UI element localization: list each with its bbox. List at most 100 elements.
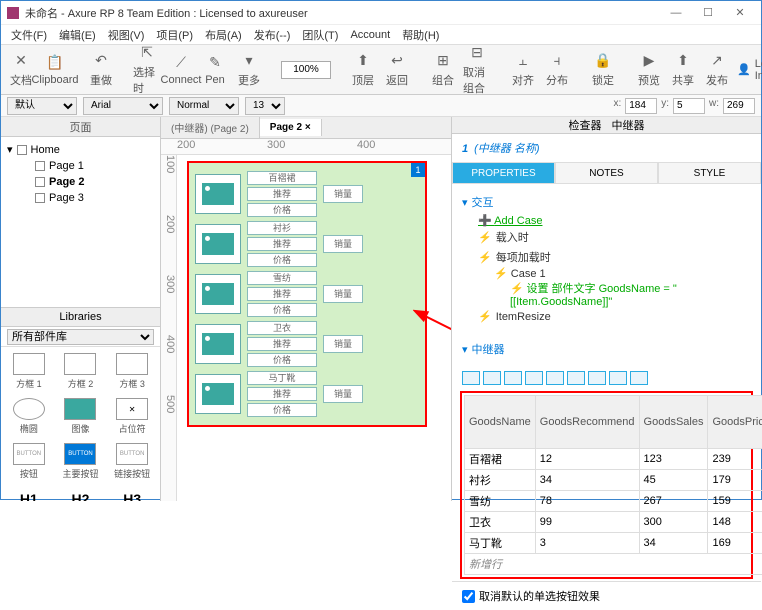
size-select[interactable]: 13 — [245, 97, 285, 115]
toolbar-button[interactable]: ▶预览 — [635, 52, 663, 88]
toolbar-button[interactable]: 📋Clipboard — [41, 54, 69, 86]
checkbox-default-radio[interactable]: 取消默认的单选按钮效果 — [452, 581, 761, 610]
data-tool-button[interactable] — [504, 371, 522, 385]
toolbar-button[interactable]: ⊟取消组合 — [463, 44, 491, 96]
repeater-widget[interactable]: 1 百褶裙推荐价格销量衬衫推荐价格销量雪纺推荐价格销量卫衣推荐价格销量马丁靴推荐… — [187, 161, 427, 427]
toolbar-button[interactable]: ▾更多 — [235, 52, 263, 88]
toolbar-button[interactable]: ⬆顶层 — [349, 52, 377, 88]
column-header[interactable]: GoodsRecommend — [535, 396, 639, 449]
data-tool-button[interactable] — [546, 371, 564, 385]
widget-item[interactable]: 方框 3 — [110, 353, 154, 390]
event-item[interactable]: ⚡载入时 — [462, 227, 751, 247]
table-row[interactable]: 雪纺78267159 — [465, 491, 762, 512]
data-tool-button[interactable] — [462, 371, 480, 385]
column-header[interactable]: GoodsName — [465, 396, 536, 449]
widget-item[interactable]: H3标题3 — [110, 488, 154, 501]
close-button[interactable]: ✕ — [725, 3, 755, 23]
toolbar-button[interactable]: ⬆共享 — [669, 52, 697, 88]
checkbox-input[interactable] — [462, 590, 475, 603]
widget-item[interactable]: ✕占位符 — [110, 398, 154, 435]
widget-item[interactable]: 椭圆 — [7, 398, 51, 435]
y-input[interactable] — [673, 98, 705, 114]
widget-item[interactable]: H1标题1 — [7, 488, 51, 501]
menu-item[interactable]: Account — [346, 27, 394, 43]
document-tab[interactable]: Page 2 × — [260, 119, 322, 136]
column-header[interactable]: GoodsSales — [639, 396, 708, 449]
menu-item[interactable]: 视图(V) — [104, 25, 149, 45]
toolbar-icon: ✕ — [12, 52, 30, 70]
menu-item[interactable]: 团队(T) — [298, 25, 342, 45]
data-table[interactable]: GoodsNameGoodsRecommendGoodsSalesGoodsPr… — [464, 395, 762, 575]
repeater-item[interactable]: 百褶裙推荐价格销量 — [195, 171, 419, 217]
toolbar-button[interactable]: ⟋Connect — [167, 54, 195, 86]
table-row[interactable]: 衬衫3445179 — [465, 470, 762, 491]
w-input[interactable] — [723, 98, 755, 114]
thumbnail — [195, 374, 241, 414]
home-node[interactable]: ▾Home — [5, 141, 156, 158]
widget-item[interactable]: 方框 2 — [59, 353, 103, 390]
minimize-button[interactable]: — — [661, 3, 691, 23]
event-item[interactable]: ⚡ItemResize — [462, 308, 751, 325]
widget-item[interactable]: BUTTON主要按钮 — [59, 443, 103, 480]
maximize-button[interactable]: ☐ — [693, 3, 723, 23]
data-tool-button[interactable] — [630, 371, 648, 385]
toolbar-button[interactable]: ⫠对齐 — [509, 52, 537, 88]
repeater-item[interactable]: 卫衣推荐价格销量 — [195, 321, 419, 367]
x-input[interactable] — [625, 98, 657, 114]
add-case-link[interactable]: ➕ Add Case — [462, 214, 751, 227]
table-row[interactable]: 百褶裙12123239 — [465, 449, 762, 470]
table-row[interactable]: 马丁靴334169 — [465, 533, 762, 554]
toolbar-button[interactable]: ⫞分布 — [543, 52, 571, 88]
zoom-input[interactable] — [281, 61, 331, 79]
tab-notes[interactable]: NOTES — [555, 162, 658, 184]
menu-item[interactable]: 发布(--) — [250, 25, 295, 45]
canvas[interactable]: 1 百褶裙推荐价格销量衬衫推荐价格销量雪纺推荐价格销量卫衣推荐价格销量马丁靴推荐… — [177, 155, 451, 501]
section-repeater[interactable]: ▾中继器 — [462, 341, 751, 357]
data-tool-button[interactable] — [483, 371, 501, 385]
document-tab[interactable]: (中继器) (Page 2) — [161, 117, 260, 138]
data-tool-button[interactable] — [525, 371, 543, 385]
toolbar-button[interactable]: ⇱选择时 — [133, 44, 161, 96]
data-tool-button[interactable] — [567, 371, 585, 385]
toolbar-button[interactable]: ↶重做 — [87, 52, 115, 88]
tab-style[interactable]: STYLE — [658, 162, 761, 184]
table-row[interactable]: 卫衣99300148 — [465, 512, 762, 533]
menu-item[interactable]: 项目(P) — [152, 25, 197, 45]
weight-select[interactable]: Normal — [169, 97, 239, 115]
font-select[interactable]: Arial — [83, 97, 163, 115]
toolbar-button[interactable]: ⊞组合 — [429, 52, 457, 88]
repeater-item[interactable]: 马丁靴推荐价格销量 — [195, 371, 419, 417]
data-tool-button[interactable] — [609, 371, 627, 385]
menu-item[interactable]: 文件(F) — [7, 25, 51, 45]
action-item[interactable]: ⚡ 设置 部件文字 GoodsName = "[[Item.GoodsName]… — [462, 280, 751, 308]
data-table-wrap: GoodsNameGoodsRecommendGoodsSalesGoodsPr… — [460, 391, 753, 579]
event-item[interactable]: ⚡每项加载时 — [462, 247, 751, 267]
page-tree-item[interactable]: Page 3 — [5, 190, 156, 206]
page-tree-item[interactable]: Page 1 — [5, 158, 156, 174]
section-interactions[interactable]: ▾交互 — [462, 194, 751, 210]
menu-item[interactable]: 编辑(E) — [55, 25, 100, 45]
page-tree: ▾Home Page 1Page 2Page 3 — [1, 137, 160, 307]
add-row[interactable]: 新增行 — [465, 554, 762, 575]
widget-item[interactable]: BUTTON按钮 — [7, 443, 51, 480]
widget-item[interactable]: BUTTON链接按钮 — [110, 443, 154, 480]
login-button[interactable]: 👤 Log In — [737, 58, 762, 82]
tab-properties[interactable]: PROPERTIES — [452, 162, 555, 184]
repeater-item[interactable]: 雪纺推荐价格销量 — [195, 271, 419, 317]
menu-item[interactable]: 布局(A) — [201, 25, 246, 45]
style-select[interactable]: 默认 — [7, 97, 77, 115]
widget-item[interactable]: H2标题2 — [59, 488, 103, 501]
menu-item[interactable]: 帮助(H) — [398, 25, 443, 45]
widget-item[interactable]: 图像 — [59, 398, 103, 435]
case-item[interactable]: ⚡ Case 1 — [462, 267, 751, 280]
data-tool-button[interactable] — [588, 371, 606, 385]
toolbar-button[interactable]: ↗发布 — [703, 52, 731, 88]
column-header[interactable]: GoodsPrice — [708, 396, 762, 449]
widget-item[interactable]: 方框 1 — [7, 353, 51, 390]
toolbar-button[interactable]: ↩返回 — [383, 52, 411, 88]
repeater-item[interactable]: 衬衫推荐价格销量 — [195, 221, 419, 267]
library-select[interactable]: 所有部件库 — [7, 329, 154, 345]
toolbar-button[interactable]: ✎Pen — [201, 54, 229, 86]
toolbar-button[interactable]: 🔒锁定 — [589, 52, 617, 88]
page-tree-item[interactable]: Page 2 — [5, 174, 156, 190]
